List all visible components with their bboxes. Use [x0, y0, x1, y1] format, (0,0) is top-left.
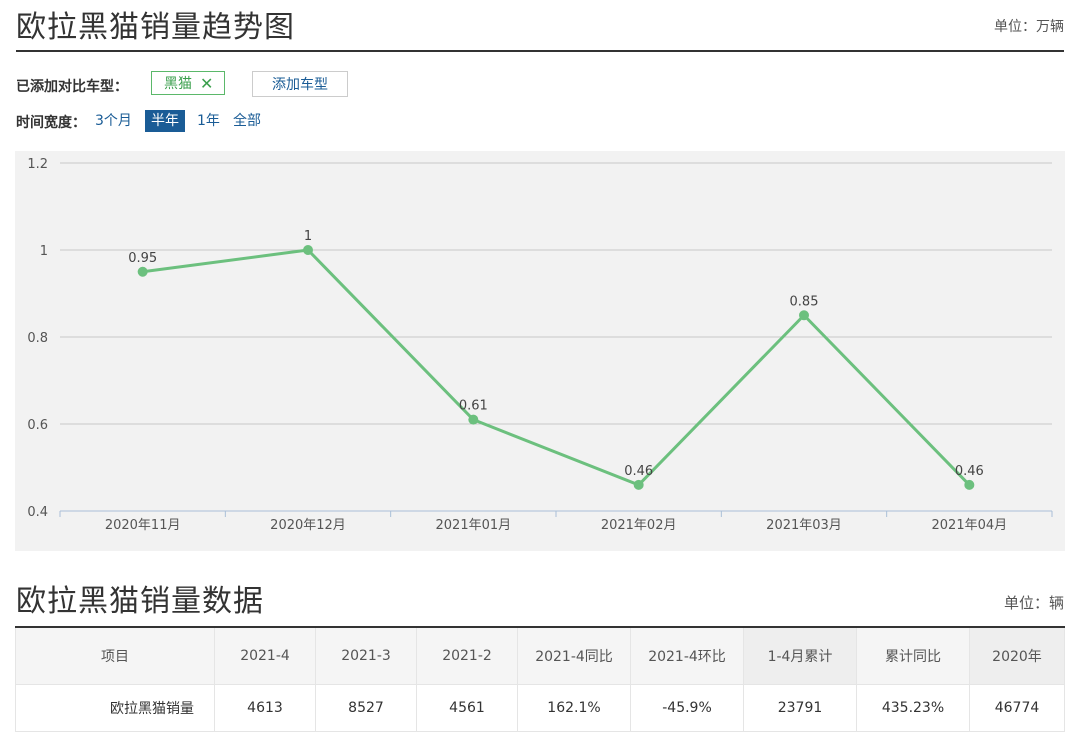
- header-2021-4: 2021-4: [214, 626, 316, 685]
- x-tick-label: 2021年02月: [601, 518, 677, 533]
- table-cell: 435.23%: [856, 684, 970, 732]
- x-tick-label: 2020年12月: [270, 518, 346, 533]
- data-label: 0.46: [624, 464, 653, 479]
- y-tick-label: 0.4: [27, 505, 48, 520]
- data-label: 0.61: [459, 399, 488, 414]
- line-chart: 0.4 0.6 0.8 1 1.2 2020年11月 2020年12月 2021年01月 202…: [15, 151, 1065, 551]
- data-point: [633, 479, 644, 490]
- title-divider: [16, 50, 1064, 52]
- y-tick-label: 1: [40, 244, 48, 259]
- header-mom: 2021-4环比: [630, 626, 744, 685]
- close-icon[interactable]: ✕: [200, 74, 213, 93]
- model-tag-heimao[interactable]: 黑猫 ✕: [151, 71, 225, 95]
- table-cell: 162.1%: [517, 684, 631, 732]
- time-option-3-months[interactable]: 3个月: [95, 110, 132, 132]
- data-point: [468, 414, 479, 425]
- time-option-all[interactable]: 全部: [233, 110, 261, 132]
- time-option-half-year[interactable]: 半年: [145, 110, 185, 132]
- data-point: [964, 479, 975, 490]
- compare-label: 已添加对比车型：: [16, 79, 128, 95]
- header-2021-3: 2021-3: [315, 626, 417, 685]
- header-ytd: 1-4月累计: [743, 626, 857, 685]
- add-model-button[interactable]: 添加车型: [252, 71, 348, 97]
- model-tag-label: 黑猫: [164, 76, 192, 92]
- table-cell: 8527: [315, 684, 417, 732]
- data-point: [303, 245, 313, 255]
- data-label: 0.46: [955, 464, 984, 479]
- table-cell: 4613: [214, 684, 316, 732]
- header-2020: 2020年: [969, 626, 1065, 685]
- y-tick-label: 1.2: [27, 157, 48, 172]
- header-2021-2: 2021-2: [416, 626, 518, 685]
- chart-svg: 0.4 0.6 0.8 1 1.2 2020年11月 2020年12月 2021年01月 202…: [27, 157, 1053, 533]
- table-cell: -45.9%: [630, 684, 744, 732]
- table-cell: 46774: [969, 684, 1065, 732]
- chart-unit-label: 单位：万辆: [994, 19, 1064, 35]
- data-label: 0.85: [790, 294, 819, 309]
- table-row: 欧拉黑猫销量 4613 8527 4561 162.1% -45.9% 2379…: [15, 684, 1065, 732]
- table-header-row: 项目 2021-4 2021-3 2021-2 2021-4同比 2021-4环…: [15, 626, 1065, 685]
- header-yoy: 2021-4同比: [517, 626, 631, 685]
- data-point: [137, 266, 148, 277]
- header-ytd-yoy: 累计同比: [856, 626, 970, 685]
- y-tick-label: 0.8: [27, 331, 48, 346]
- chart-section-title: 欧拉黑猫销量趋势图: [16, 10, 295, 45]
- table-section-title: 欧拉黑猫销量数据: [16, 584, 264, 619]
- table-unit-label: 单位：辆: [1003, 594, 1064, 612]
- data-label: 1: [304, 229, 312, 244]
- data-point: [799, 310, 809, 321]
- series-line: [142, 248, 971, 487]
- x-tick-label: 2020年11月: [105, 518, 181, 533]
- y-tick-label: 0.6: [27, 418, 48, 433]
- sales-data-table: 项目 2021-4 2021-3 2021-2 2021-4同比 2021-4环…: [15, 626, 1065, 732]
- table-cell: 欧拉黑猫销量: [15, 684, 215, 732]
- time-option-1-year[interactable]: 1年: [197, 110, 220, 132]
- x-tick-label: 2021年01月: [436, 518, 512, 533]
- data-label: 0.95: [128, 251, 157, 266]
- table-cell: 23791: [743, 684, 857, 732]
- x-tick-label: 2021年04月: [932, 518, 1008, 533]
- header-item: 项目: [15, 626, 215, 685]
- table-cell: 4561: [416, 684, 518, 732]
- x-tick-label: 2021年03月: [766, 518, 842, 533]
- time-range-label: 时间宽度：: [16, 115, 86, 131]
